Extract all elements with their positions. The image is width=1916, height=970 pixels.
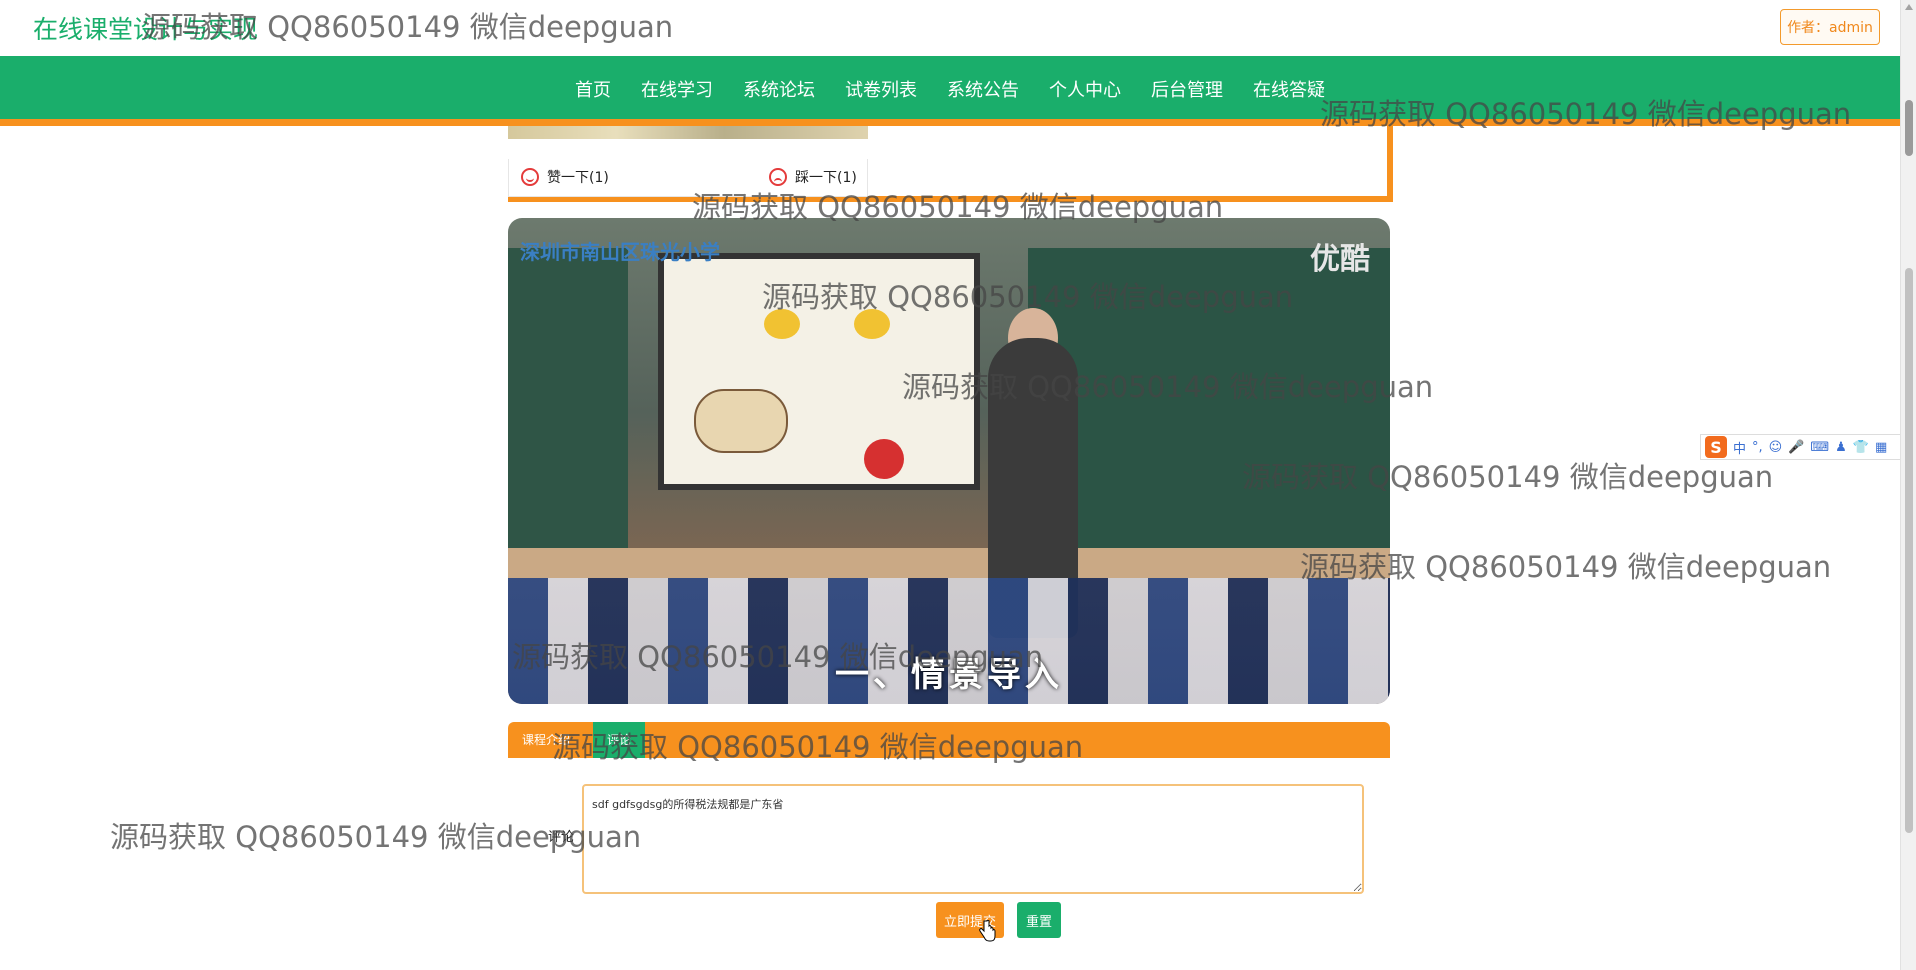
grid-icon[interactable]: ▦ <box>1875 440 1887 455</box>
main-nav: 首页 在线学习 系统论坛 试卷列表 系统公告 个人中心 后台管理 在线答疑 <box>0 56 1900 126</box>
scroll-thumb-top[interactable] <box>1905 100 1913 156</box>
nav-item-admin[interactable]: 后台管理 <box>1136 76 1238 102</box>
top-bar: 在线课堂设计与实现 作者：admin <box>0 0 1900 56</box>
nav-item-online-qa[interactable]: 在线答疑 <box>1238 76 1340 102</box>
course-image-strip <box>508 126 868 139</box>
dislike-button[interactable]: 踩一下(1) <box>769 167 857 187</box>
scroll-thumb[interactable] <box>1905 268 1913 833</box>
nav-item-forum[interactable]: 系统论坛 <box>728 76 830 102</box>
site-title[interactable]: 在线课堂设计与实现 <box>33 10 258 46</box>
ime-toolbar[interactable]: S 中 °, ☺ 🎤 ⌨ ♟ 👕 ▦ <box>1700 434 1906 460</box>
video-brand-logo: 优酷 <box>1310 242 1370 277</box>
author-badge[interactable]: 作者：admin <box>1780 9 1880 45</box>
nav-item-announcements[interactable]: 系统公告 <box>932 76 1034 102</box>
projector-screen <box>658 253 980 490</box>
tab-comments[interactable]: 评论 <box>593 722 646 758</box>
skin-icon[interactable]: 👕 <box>1853 440 1869 455</box>
nav-item-personal-center[interactable]: 个人中心 <box>1034 76 1136 102</box>
school-logo: 深圳市南山区珠光小学 <box>520 240 720 264</box>
smile-icon <box>521 168 539 186</box>
emoji-icon[interactable]: ☺ <box>1769 440 1783 455</box>
comment-textarea[interactable]: sdf gdfsgdsg的所得税法规都是广东省 <box>582 784 1364 894</box>
video-caption: 一、情景导入 <box>835 655 1063 695</box>
keyboard-icon[interactable]: ⌨ <box>1810 440 1829 455</box>
user-icon[interactable]: ♟ <box>1835 440 1847 455</box>
dislike-label: 踩一下(1) <box>795 170 857 186</box>
nav-item-home[interactable]: 首页 <box>560 76 626 102</box>
frown-icon <box>769 168 787 186</box>
course-video-player[interactable]: 深圳市南山区珠光小学 优酷 一、情景导入 <box>508 218 1390 704</box>
scroll-up-arrow-icon[interactable] <box>1905 4 1913 10</box>
course-tabs: 课程介绍 评论 <box>508 722 1390 758</box>
hand-cursor-icon <box>979 920 996 942</box>
nav-item-online-learning[interactable]: 在线学习 <box>626 76 728 102</box>
ime-mode[interactable]: 中 <box>1733 438 1746 457</box>
like-label: 赞一下(1) <box>547 170 609 186</box>
frame-border-right <box>1387 126 1393 202</box>
like-button[interactable]: 赞一下(1) <box>521 167 609 187</box>
reset-button[interactable]: 重置 <box>1017 902 1061 938</box>
comment-label: 评论 <box>548 830 575 845</box>
microphone-icon[interactable]: 🎤 <box>1788 440 1804 455</box>
like-bar: 赞一下(1) 踩一下(1) <box>508 159 868 197</box>
nav-accent-stripe <box>0 119 1900 126</box>
tab-course-intro[interactable]: 课程介绍 <box>508 722 584 758</box>
sogou-ime-logo-icon[interactable]: S <box>1705 436 1727 458</box>
nav-item-exam-list[interactable]: 试卷列表 <box>830 76 932 102</box>
page-scrollbar[interactable] <box>1900 0 1916 970</box>
punctuation-icon[interactable]: °, <box>1752 440 1763 455</box>
